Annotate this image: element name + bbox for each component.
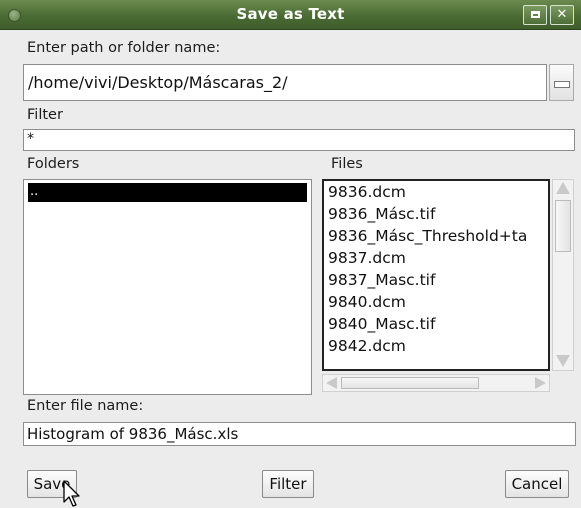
scroll-left-icon[interactable] xyxy=(326,377,337,389)
filter-button[interactable]: Filter xyxy=(262,470,314,498)
files-vertical-scrollbar[interactable] xyxy=(552,179,574,371)
file-item[interactable]: 9836_Másc.tif xyxy=(328,205,435,223)
maximize-icon xyxy=(530,11,540,18)
cancel-button[interactable]: Cancel xyxy=(505,470,569,498)
filter-label: Filter xyxy=(27,107,63,123)
scroll-thumb[interactable] xyxy=(341,377,479,389)
dropdown-icon xyxy=(554,81,570,88)
folders-label: Folders xyxy=(27,156,80,172)
filename-input[interactable]: Histogram of 9836_Másc.xls xyxy=(23,422,576,446)
files-horizontal-scrollbar[interactable] xyxy=(322,374,550,392)
file-item[interactable]: 9837.dcm xyxy=(328,249,406,267)
scroll-corner xyxy=(552,374,574,392)
folders-list[interactable]: .. xyxy=(23,179,312,395)
close-icon: ✕ xyxy=(556,7,568,22)
filename-label: Enter file name: xyxy=(27,398,144,414)
file-item[interactable]: 9840_Masc.tif xyxy=(328,315,435,333)
file-item[interactable]: 9836.dcm xyxy=(328,183,406,201)
path-dropdown-button[interactable] xyxy=(549,64,574,101)
folder-item-parent[interactable]: .. xyxy=(28,183,307,202)
scroll-up-icon[interactable] xyxy=(556,182,570,194)
title-bar[interactable]: Save as Text ✕ xyxy=(0,0,581,30)
file-item[interactable]: 9842.dcm xyxy=(328,337,406,355)
window-title: Save as Text xyxy=(236,5,345,23)
file-item[interactable]: 9840.dcm xyxy=(328,293,406,311)
file-item[interactable]: 9836_Másc_Threshold+ta xyxy=(328,227,527,245)
scroll-right-icon[interactable] xyxy=(535,377,546,389)
path-label: Enter path or folder name: xyxy=(27,40,221,56)
close-button[interactable]: ✕ xyxy=(550,5,574,25)
path-input[interactable]: /home/vivi/Desktop/Máscaras_2/ xyxy=(23,64,547,101)
maximize-button[interactable] xyxy=(523,5,547,25)
mouse-cursor-icon xyxy=(63,480,80,507)
scroll-down-icon[interactable] xyxy=(556,355,570,367)
files-label: Files xyxy=(331,156,363,172)
files-list[interactable]: 9836.dcm 9836_Másc.tif 9836_Másc_Thresho… xyxy=(322,179,550,371)
filter-input[interactable]: * xyxy=(23,129,575,151)
files-panel: 9836.dcm 9836_Másc.tif 9836_Másc_Thresho… xyxy=(322,179,576,395)
scroll-thumb[interactable] xyxy=(555,200,571,252)
file-item[interactable]: 9837_Masc.tif xyxy=(328,271,435,289)
